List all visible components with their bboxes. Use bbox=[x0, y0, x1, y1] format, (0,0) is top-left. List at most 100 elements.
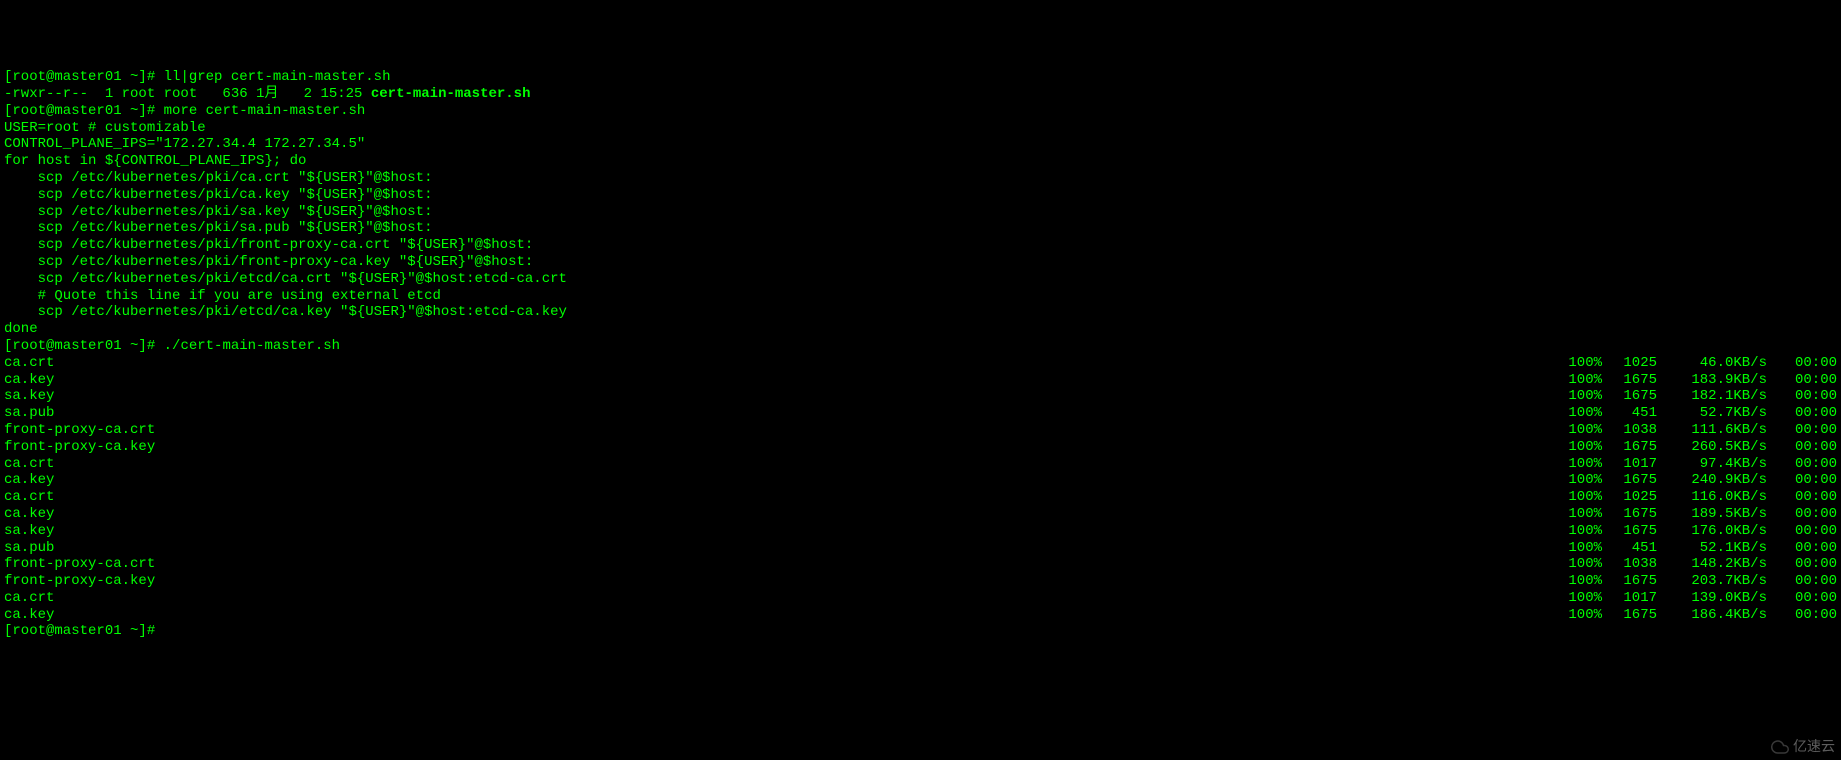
terminal-line: scp /etc/kubernetes/pki/sa.key "${USER}"… bbox=[4, 204, 1837, 221]
transfer-speed: 148.2KB/s bbox=[1657, 556, 1767, 573]
script-line: for host in ${CONTROL_PLANE_IPS}; do bbox=[4, 153, 306, 169]
transfer-speed: 139.0KB/s bbox=[1657, 590, 1767, 607]
transfer-percent: 100% bbox=[1547, 523, 1602, 540]
scp-transfer-row: sa.key100%1675176.0KB/s00:00 bbox=[4, 523, 1837, 540]
script-line: scp /etc/kubernetes/pki/front-proxy-ca.k… bbox=[4, 254, 533, 270]
transfer-time: 00:00 bbox=[1767, 556, 1837, 573]
filename-highlight: cert-main-master.sh bbox=[371, 86, 531, 102]
transfer-size: 1025 bbox=[1602, 489, 1657, 506]
transfer-speed: 240.9KB/s bbox=[1657, 472, 1767, 489]
scp-transfer-row: ca.key 100%1675240.9KB/s00:00 bbox=[4, 472, 1837, 489]
shell-prompt[interactable]: [root@master01 ~]# bbox=[4, 623, 164, 639]
transfer-stats: 100%1675260.5KB/s00:00 bbox=[1547, 439, 1837, 456]
scp-transfer-row: ca.crt100%1025116.0KB/s00:00 bbox=[4, 489, 1837, 506]
transfer-percent: 100% bbox=[1547, 372, 1602, 389]
transfer-percent: 100% bbox=[1547, 607, 1602, 624]
transfer-time: 00:00 bbox=[1767, 372, 1837, 389]
script-line: scp /etc/kubernetes/pki/front-proxy-ca.c… bbox=[4, 237, 533, 253]
transfer-filename: ca.crt bbox=[4, 590, 54, 607]
transfer-size: 1675 bbox=[1602, 506, 1657, 523]
transfer-percent: 100% bbox=[1547, 472, 1602, 489]
scp-transfer-row: sa.pub100%45152.7KB/s00:00 bbox=[4, 405, 1837, 422]
transfer-filename: ca.crt bbox=[4, 456, 54, 473]
transfer-speed: 189.5KB/s bbox=[1657, 506, 1767, 523]
transfer-size: 1675 bbox=[1602, 607, 1657, 624]
transfer-filename: ca.key bbox=[4, 372, 54, 389]
transfer-filename: ca.crt bbox=[4, 489, 54, 506]
command-text[interactable]: ll|grep cert-main-master.sh bbox=[164, 69, 391, 85]
terminal-line: CONTROL_PLANE_IPS="172.27.34.4 172.27.34… bbox=[4, 136, 1837, 153]
transfer-time: 00:00 bbox=[1767, 573, 1837, 590]
transfer-speed: 46.0KB/s bbox=[1657, 355, 1767, 372]
script-line: # Quote this line if you are using exter… bbox=[4, 288, 441, 304]
transfer-time: 00:00 bbox=[1767, 405, 1837, 422]
scp-transfer-row: front-proxy-ca.crt100%1038111.6KB/s00:00 bbox=[4, 422, 1837, 439]
transfer-size: 451 bbox=[1602, 405, 1657, 422]
terminal-line: done bbox=[4, 321, 1837, 338]
transfer-time: 00:00 bbox=[1767, 489, 1837, 506]
shell-prompt: [root@master01 ~]# bbox=[4, 338, 164, 354]
terminal-line: scp /etc/kubernetes/pki/etcd/ca.key "${U… bbox=[4, 304, 1837, 321]
transfer-size: 1038 bbox=[1602, 422, 1657, 439]
transfer-time: 00:00 bbox=[1767, 506, 1837, 523]
scp-transfer-row: ca.key100%1675186.4KB/s00:00 bbox=[4, 607, 1837, 624]
transfer-filename: ca.key bbox=[4, 506, 54, 523]
shell-prompt: [root@master01 ~]# bbox=[4, 69, 164, 85]
transfer-filename: ca.key bbox=[4, 607, 54, 624]
script-line: USER=root # customizable bbox=[4, 120, 206, 136]
transfer-time: 00:00 bbox=[1767, 439, 1837, 456]
terminal-line: scp /etc/kubernetes/pki/etcd/ca.crt "${U… bbox=[4, 271, 1837, 288]
transfer-size: 1675 bbox=[1602, 372, 1657, 389]
command-text[interactable]: ./cert-main-master.sh bbox=[164, 338, 340, 354]
transfer-speed: 116.0KB/s bbox=[1657, 489, 1767, 506]
transfer-speed: 97.4KB/s bbox=[1657, 456, 1767, 473]
transfer-percent: 100% bbox=[1547, 388, 1602, 405]
transfer-filename: sa.key bbox=[4, 388, 54, 405]
transfer-time: 00:00 bbox=[1767, 422, 1837, 439]
watermark-logo: 亿速云 bbox=[1771, 738, 1835, 756]
scp-transfer-row: ca.key100%1675189.5KB/s00:00 bbox=[4, 506, 1837, 523]
terminal-line: [root@master01 ~]# more cert-main-master… bbox=[4, 103, 1837, 120]
script-line: CONTROL_PLANE_IPS="172.27.34.4 172.27.34… bbox=[4, 136, 365, 152]
scp-transfer-row: ca.crt 100%102546.0KB/s00:00 bbox=[4, 355, 1837, 372]
scp-transfer-row: ca.key 100%1675183.9KB/s00:00 bbox=[4, 372, 1837, 389]
transfer-time: 00:00 bbox=[1767, 590, 1837, 607]
terminal-line: USER=root # customizable bbox=[4, 120, 1837, 137]
transfer-speed: 176.0KB/s bbox=[1657, 523, 1767, 540]
transfer-time: 00:00 bbox=[1767, 355, 1837, 372]
transfer-stats: 100%101797.4KB/s00:00 bbox=[1547, 456, 1837, 473]
transfer-stats: 100%1675203.7KB/s00:00 bbox=[1547, 573, 1837, 590]
transfer-size: 1675 bbox=[1602, 573, 1657, 590]
transfer-size: 1675 bbox=[1602, 388, 1657, 405]
terminal-line: scp /etc/kubernetes/pki/ca.key "${USER}"… bbox=[4, 187, 1837, 204]
scp-transfer-row: sa.key100%1675182.1KB/s00:00 bbox=[4, 388, 1837, 405]
transfer-filename: sa.pub bbox=[4, 405, 54, 422]
script-line: scp /etc/kubernetes/pki/ca.crt "${USER}"… bbox=[4, 170, 432, 186]
transfer-percent: 100% bbox=[1547, 439, 1602, 456]
scp-transfer-row: ca.crt100%1017139.0KB/s00:00 bbox=[4, 590, 1837, 607]
transfer-stats: 100%1675240.9KB/s00:00 bbox=[1547, 472, 1837, 489]
transfer-filename: front-proxy-ca.crt bbox=[4, 422, 155, 439]
cloud-icon bbox=[1771, 738, 1789, 756]
terminal-line: [root@master01 ~]# ll|grep cert-main-mas… bbox=[4, 69, 1837, 86]
transfer-stats: 100%102546.0KB/s00:00 bbox=[1547, 355, 1837, 372]
command-text[interactable]: more cert-main-master.sh bbox=[164, 103, 366, 119]
terminal-line: [root@master01 ~]# ./cert-main-master.sh bbox=[4, 338, 1837, 355]
terminal-line: [root@master01 ~]# bbox=[4, 623, 1837, 640]
transfer-stats: 100%1675183.9KB/s00:00 bbox=[1547, 372, 1837, 389]
scp-transfer-row: ca.crt 100%101797.4KB/s00:00 bbox=[4, 456, 1837, 473]
transfer-time: 00:00 bbox=[1767, 523, 1837, 540]
transfer-speed: 183.9KB/s bbox=[1657, 372, 1767, 389]
transfer-filename: ca.crt bbox=[4, 355, 54, 372]
transfer-percent: 100% bbox=[1547, 556, 1602, 573]
transfer-speed: 52.7KB/s bbox=[1657, 405, 1767, 422]
transfer-percent: 100% bbox=[1547, 573, 1602, 590]
transfer-percent: 100% bbox=[1547, 422, 1602, 439]
transfer-filename: ca.key bbox=[4, 472, 54, 489]
transfer-size: 1017 bbox=[1602, 456, 1657, 473]
scp-transfer-row: front-proxy-ca.crt100%1038148.2KB/s00:00 bbox=[4, 556, 1837, 573]
scp-transfer-row: front-proxy-ca.key100%1675203.7KB/s00:00 bbox=[4, 573, 1837, 590]
transfer-size: 1675 bbox=[1602, 523, 1657, 540]
transfer-size: 1675 bbox=[1602, 472, 1657, 489]
transfer-stats: 100%1675176.0KB/s00:00 bbox=[1547, 523, 1837, 540]
